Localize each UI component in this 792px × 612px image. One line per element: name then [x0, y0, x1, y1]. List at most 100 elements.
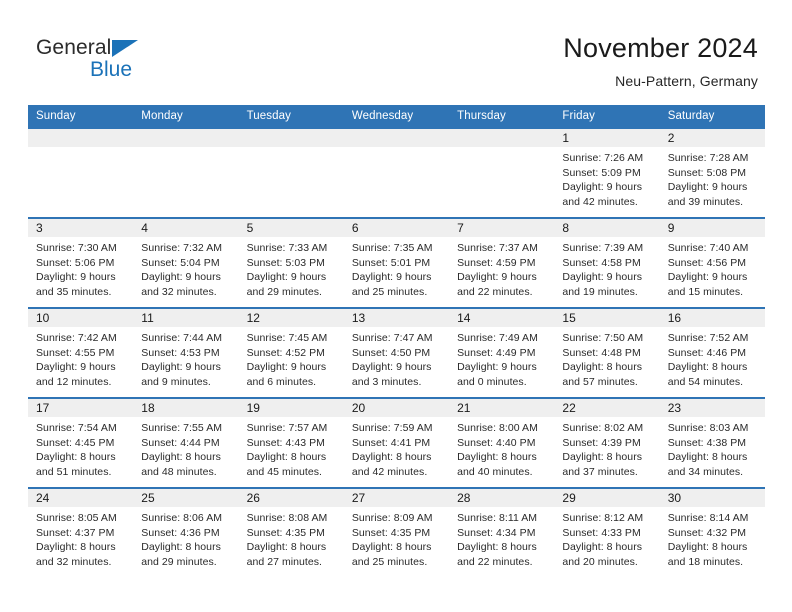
- daylight-text-line2: and 3 minutes.: [351, 375, 422, 388]
- day-details: Sunrise: 7:37 AM Sunset: 4:59 PM Daylight:…: [449, 237, 554, 299]
- sunrise-text: Sunrise: 7:52 AM: [667, 332, 749, 344]
- calendar-day-cell[interactable]: 20 Sunrise: 7:59 AM Sunset: 4:41 PM Dayligh…: [343, 397, 450, 488]
- daylight-text-line2: and 29 minutes.: [141, 555, 217, 568]
- sunset-text: Sunset: 4:38 PM: [667, 436, 747, 449]
- calendar-day-cell[interactable]: 6 Sunrise: 7:35 AM Sunset: 5:01 PM Daylight…: [343, 217, 450, 308]
- calendar-day-cell[interactable]: 8 Sunrise: 7:39 AM Sunset: 4:58 PM Daylight…: [554, 217, 660, 308]
- sunset-text: Sunset: 4:40 PM: [457, 436, 536, 449]
- day-number: 16: [659, 309, 765, 327]
- day-details: Sunrise: 7:55 AM Sunset: 4:44 PM Daylight:…: [133, 417, 238, 479]
- sunset-text: Sunset: 4:36 PM: [141, 526, 220, 539]
- calendar-day-cell[interactable]: 22 Sunrise: 8:02 AM Sunset: 4:39 PM Dayligh…: [554, 397, 660, 488]
- sunrise-text: Sunrise: 8:05 AM: [36, 512, 117, 524]
- daylight-text-line1: Daylight: 8 hours: [36, 451, 116, 464]
- daylight-text-line1: Daylight: 8 hours: [562, 541, 643, 554]
- calendar-day-cell[interactable]: 25 Sunrise: 8:06 AM Sunset: 4:36 PM Dayligh…: [133, 487, 239, 578]
- sunrise-text: Sunrise: 7:42 AM: [36, 332, 117, 344]
- sunrise-text: Sunrise: 7:28 AM: [667, 152, 749, 164]
- calendar-day-cell[interactable]: 7 Sunrise: 7:37 AM Sunset: 4:59 PM Daylight…: [449, 217, 555, 308]
- daylight-text-line2: and 40 minutes.: [457, 465, 533, 478]
- sunset-text: Sunset: 4:44 PM: [141, 436, 220, 449]
- day-details: Sunrise: 8:11 AM Sunset: 4:34 PM Daylight:…: [449, 507, 554, 569]
- sunrise-text: Sunrise: 7:55 AM: [141, 422, 223, 434]
- day-number: 10: [28, 309, 134, 327]
- day-number: 21: [449, 399, 555, 417]
- day-number: 29: [554, 489, 660, 507]
- logo-triangle-icon: [112, 40, 138, 57]
- general-blue-logo[interactable]: General Blue: [36, 36, 186, 88]
- day-number: 25: [133, 489, 239, 507]
- day-details: Sunrise: 8:08 AM Sunset: 4:35 PM Daylight:…: [239, 507, 344, 569]
- calendar-cell-empty: [28, 127, 134, 218]
- logo-text-blue: Blue: [90, 58, 133, 81]
- calendar-week-row: 10 Sunrise: 7:42 AM Sunset: 4:55 PM Dayligh…: [28, 307, 765, 398]
- day-details: Sunrise: 8:06 AM Sunset: 4:36 PM Daylight:…: [133, 507, 238, 569]
- calendar-day-cell[interactable]: 26 Sunrise: 8:08 AM Sunset: 4:35 PM Dayligh…: [238, 487, 344, 578]
- sunrise-text: Sunrise: 7:26 AM: [562, 152, 644, 164]
- weekday-header-sunday: Sunday: [28, 105, 134, 128]
- sunrise-text: Sunrise: 7:47 AM: [351, 332, 433, 344]
- calendar-day-cell[interactable]: 11 Sunrise: 7:44 AM Sunset: 4:53 PM Dayligh…: [133, 307, 239, 398]
- sunset-text: Sunset: 4:50 PM: [351, 346, 431, 359]
- daylight-text-line2: and 51 minutes.: [36, 465, 112, 478]
- daylight-text-line2: and 37 minutes.: [562, 465, 638, 478]
- daylight-text-line2: and 6 minutes.: [246, 375, 317, 388]
- day-details: Sunrise: 7:49 AM Sunset: 4:49 PM Daylight:…: [449, 327, 554, 389]
- sunset-text: Sunset: 4:41 PM: [351, 436, 431, 449]
- calendar-day-cell[interactable]: 15 Sunrise: 7:50 AM Sunset: 4:48 PM Dayligh…: [554, 307, 660, 398]
- calendar-day-cell[interactable]: 2 Sunrise: 7:28 AM Sunset: 5:08 PM Daylight…: [659, 127, 765, 218]
- sunset-text: Sunset: 4:52 PM: [246, 346, 325, 359]
- calendar-day-cell[interactable]: 1 Sunrise: 7:26 AM Sunset: 5:09 PM Daylight…: [554, 127, 660, 218]
- page-header: General Blue November 2024 Neu-Pattern, …: [0, 0, 792, 100]
- sunrise-text: Sunrise: 8:06 AM: [141, 512, 223, 524]
- sunrise-text: Sunrise: 7:49 AM: [457, 332, 538, 344]
- daylight-text-line2: and 54 minutes.: [667, 375, 744, 388]
- calendar-page: General Blue November 2024 Neu-Pattern, …: [0, 0, 792, 612]
- daylight-text-line1: Daylight: 8 hours: [457, 541, 537, 554]
- calendar-day-cell[interactable]: 14 Sunrise: 7:49 AM Sunset: 4:49 PM Dayligh…: [449, 307, 555, 398]
- day-number: 26: [238, 489, 344, 507]
- daylight-text-line2: and 32 minutes.: [141, 285, 217, 298]
- daylight-text-line1: Daylight: 9 hours: [457, 271, 537, 284]
- calendar-day-cell[interactable]: 9 Sunrise: 7:40 AM Sunset: 4:56 PM Daylight…: [659, 217, 765, 308]
- daylight-text-line2: and 34 minutes.: [667, 465, 744, 478]
- calendar-day-cell[interactable]: 4 Sunrise: 7:32 AM Sunset: 5:04 PM Daylight…: [133, 217, 239, 308]
- day-number: 1: [554, 129, 660, 147]
- sunset-text: Sunset: 4:56 PM: [667, 256, 747, 269]
- calendar-day-cell[interactable]: 29 Sunrise: 8:12 AM Sunset: 4:33 PM Dayligh…: [554, 487, 660, 578]
- daylight-text-line1: Daylight: 9 hours: [562, 181, 643, 194]
- day-number: 19: [238, 399, 344, 417]
- calendar-day-cell[interactable]: 24 Sunrise: 8:05 AM Sunset: 4:37 PM Dayligh…: [28, 487, 134, 578]
- sunrise-text: Sunrise: 7:33 AM: [246, 242, 328, 254]
- calendar-day-cell[interactable]: 27 Sunrise: 8:09 AM Sunset: 4:35 PM Dayligh…: [343, 487, 450, 578]
- calendar-day-cell[interactable]: 12 Sunrise: 7:45 AM Sunset: 4:52 PM Dayligh…: [238, 307, 344, 398]
- calendar-day-cell[interactable]: 16 Sunrise: 7:52 AM Sunset: 4:46 PM Dayligh…: [659, 307, 765, 398]
- day-number: 14: [449, 309, 555, 327]
- daylight-text-line2: and 18 minutes.: [667, 555, 744, 568]
- calendar-day-cell[interactable]: 21 Sunrise: 8:00 AM Sunset: 4:40 PM Dayligh…: [449, 397, 555, 488]
- calendar-day-cell[interactable]: 19 Sunrise: 7:57 AM Sunset: 4:43 PM Dayligh…: [238, 397, 344, 488]
- sunset-text: Sunset: 4:43 PM: [246, 436, 325, 449]
- sunrise-text: Sunrise: 8:09 AM: [351, 512, 433, 524]
- daylight-text-line1: Daylight: 8 hours: [562, 361, 643, 374]
- sunset-text: Sunset: 5:06 PM: [36, 256, 115, 269]
- calendar-day-cell[interactable]: 23 Sunrise: 8:03 AM Sunset: 4:38 PM Dayligh…: [659, 397, 765, 488]
- calendar-day-cell[interactable]: 17 Sunrise: 7:54 AM Sunset: 4:45 PM Dayligh…: [28, 397, 134, 488]
- daylight-text-line2: and 25 minutes.: [351, 285, 428, 298]
- calendar-day-cell[interactable]: 28 Sunrise: 8:11 AM Sunset: 4:34 PM Dayligh…: [449, 487, 555, 578]
- weekday-header-saturday: Saturday: [659, 105, 765, 128]
- calendar-day-cell[interactable]: 18 Sunrise: 7:55 AM Sunset: 4:44 PM Dayligh…: [133, 397, 239, 488]
- calendar-day-cell[interactable]: 3 Sunrise: 7:30 AM Sunset: 5:06 PM Daylight…: [28, 217, 134, 308]
- day-number: 22: [554, 399, 660, 417]
- sunrise-text: Sunrise: 7:45 AM: [246, 332, 328, 344]
- day-number: 20: [343, 399, 450, 417]
- calendar-day-cell[interactable]: 5 Sunrise: 7:33 AM Sunset: 5:03 PM Daylight…: [238, 217, 344, 308]
- day-details: Sunrise: 7:47 AM Sunset: 4:50 PM Daylight:…: [344, 327, 449, 389]
- calendar-day-cell[interactable]: 13 Sunrise: 7:47 AM Sunset: 4:50 PM Dayligh…: [343, 307, 450, 398]
- daylight-text-line1: Daylight: 8 hours: [562, 451, 643, 464]
- sunrise-text: Sunrise: 8:03 AM: [667, 422, 749, 434]
- daylight-text-line1: Daylight: 9 hours: [667, 181, 748, 194]
- calendar-day-cell[interactable]: 30 Sunrise: 8:14 AM Sunset: 4:32 PM Dayligh…: [659, 487, 765, 578]
- calendar-week-row: 17 Sunrise: 7:54 AM Sunset: 4:45 PM Dayligh…: [28, 397, 765, 488]
- calendar-day-cell[interactable]: 10 Sunrise: 7:42 AM Sunset: 4:55 PM Dayligh…: [28, 307, 134, 398]
